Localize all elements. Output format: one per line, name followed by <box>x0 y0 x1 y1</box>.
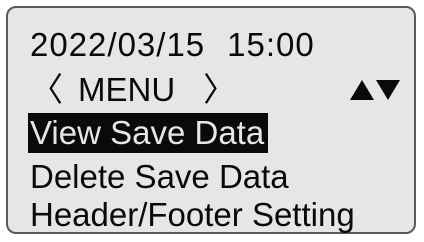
datetime-row: 2022/03/15 15:00 <box>30 22 315 68</box>
menu-header: 〈 MENU 〉 <box>30 67 400 113</box>
menu-item-header-footer-setting[interactable]: Header/Footer Setting <box>28 195 359 235</box>
date-display: 2022/03/15 <box>30 26 206 63</box>
time-display: 15:00 <box>227 26 315 63</box>
triangle-down-icon[interactable] <box>376 80 400 100</box>
menu-item-delete-save-data[interactable]: Delete Save Data <box>28 157 293 197</box>
lcd-screen: 2022/03/15 15:00 〈 MENU 〉 View Save Data De… <box>6 6 416 234</box>
triangle-up-icon[interactable] <box>350 80 374 100</box>
menu-row-1: View Save Data <box>28 110 269 156</box>
menu-row-3: Header/Footer Setting <box>30 192 359 238</box>
menu-item-view-save-data[interactable]: View Save Data <box>28 113 269 153</box>
scroll-arrows <box>350 67 400 113</box>
menu-title: MENU <box>78 71 176 108</box>
menu-prev-button[interactable]: 〈 <box>30 67 70 113</box>
menu-next-button[interactable]: 〉 <box>203 67 236 113</box>
